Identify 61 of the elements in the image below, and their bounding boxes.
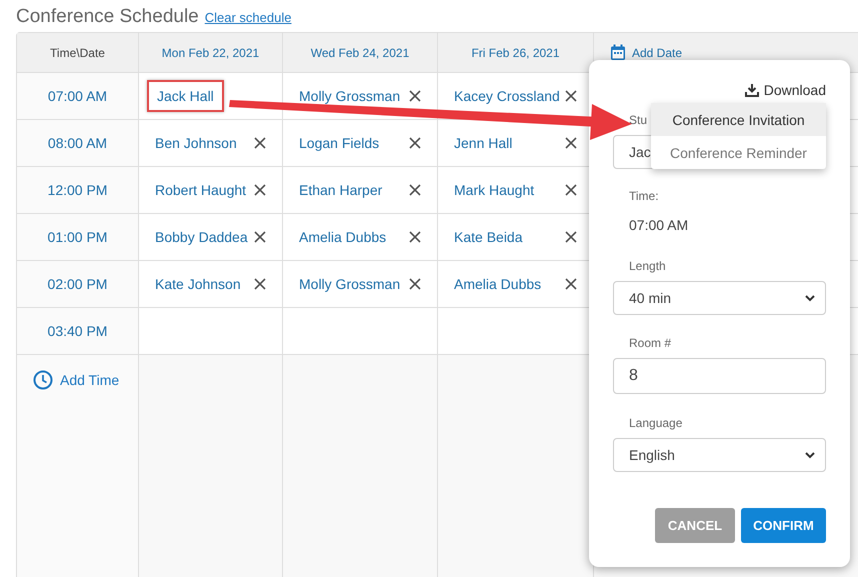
remove-icon[interactable] [565, 137, 577, 149]
field-label: Time: [629, 189, 659, 203]
length-select[interactable]: 40 min [613, 281, 826, 315]
remove-icon[interactable] [254, 231, 266, 243]
download-button[interactable]: Download [744, 82, 826, 98]
remove-icon[interactable] [409, 278, 421, 290]
page-title: Conference Schedule [16, 6, 199, 28]
download-icon [744, 83, 759, 97]
menu-item[interactable]: Conference Reminder [651, 136, 826, 169]
student-name[interactable]: Ben Johnson [155, 135, 237, 151]
date-header: Mon Feb 22, 2021 [162, 46, 260, 60]
language-select[interactable]: English [613, 438, 826, 472]
date-header: Wed Feb 24, 2021 [310, 46, 410, 60]
field-label: Room # [629, 336, 672, 350]
date-header: Fri Feb 26, 2021 [471, 46, 560, 60]
confirm-button[interactable]: CONFIRM [741, 508, 826, 543]
room-input[interactable]: 8 [613, 358, 826, 394]
chevron-down-icon [805, 452, 815, 458]
student-name[interactable]: Molly Grossman [299, 88, 400, 104]
clock-icon[interactable] [33, 370, 53, 390]
time-slot: 08:00 AM [48, 135, 108, 151]
student-name[interactable]: Amelia Dubbs [454, 276, 542, 292]
student-name[interactable]: Molly Grossman [299, 276, 400, 292]
time-value: 07:00 AM [629, 217, 690, 233]
remove-icon[interactable] [565, 231, 577, 243]
field-label: Stu [629, 113, 648, 127]
remove-icon[interactable] [565, 90, 577, 102]
student-name[interactable]: Bobby Daddea [155, 229, 248, 245]
time-slot: 02:00 PM [48, 276, 108, 292]
field-label: Length [629, 259, 666, 273]
remove-icon[interactable] [409, 137, 421, 149]
student-name[interactable]: Jack Hall [147, 80, 224, 112]
menu-item[interactable]: Conference Invitation [651, 103, 826, 136]
remove-icon[interactable] [409, 90, 421, 102]
add-date-link[interactable]: Add Date [632, 46, 682, 60]
remove-icon[interactable] [409, 231, 421, 243]
time-slot: 12:00 PM [48, 182, 108, 198]
remove-icon[interactable] [409, 184, 421, 196]
student-name[interactable]: Jenn Hall [454, 135, 512, 151]
student-name[interactable]: Ethan Harper [299, 182, 382, 198]
remove-icon[interactable] [565, 278, 577, 290]
remove-icon[interactable] [254, 184, 266, 196]
chevron-down-icon [805, 294, 815, 302]
calendar-icon[interactable] [610, 44, 626, 61]
student-name[interactable]: Kate Beida [454, 229, 522, 245]
remove-icon[interactable] [254, 137, 266, 149]
clear-schedule-link[interactable]: Clear schedule [204, 10, 292, 25]
add-time-link[interactable]: Add Time [60, 372, 120, 388]
field-label: Language [629, 416, 682, 430]
time-slot: 03:40 PM [48, 323, 108, 339]
time-slot: 01:00 PM [48, 229, 108, 245]
student-name[interactable]: Amelia Dubbs [299, 229, 386, 245]
remove-icon[interactable] [565, 184, 577, 196]
column-header: Time\Date [50, 46, 105, 60]
student-name[interactable]: Robert Haught [155, 182, 246, 198]
student-name[interactable]: Kacey Crossland [454, 88, 560, 104]
remove-icon[interactable] [254, 278, 266, 290]
student-name[interactable]: Logan Fields [299, 135, 380, 151]
student-name[interactable]: Kate Johnson [155, 276, 241, 292]
time-slot: 07:00 AM [48, 88, 108, 104]
student-name[interactable]: Mark Haught [454, 182, 534, 198]
